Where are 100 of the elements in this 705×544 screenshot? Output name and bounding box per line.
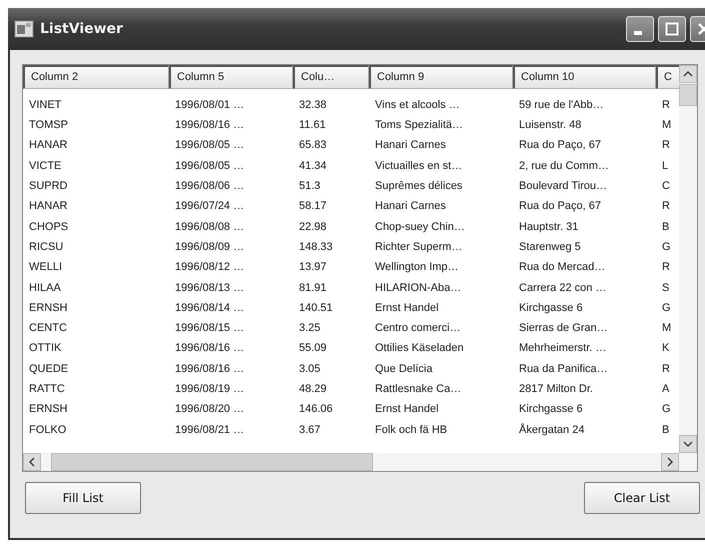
list-cell-text: B xyxy=(661,220,670,235)
column-header[interactable]: Column 2 xyxy=(23,65,169,89)
list-cell-text: 3.25 xyxy=(298,321,322,336)
list-cell-text: 1996/08/16 … xyxy=(174,362,246,377)
list-cell-text: 59 rue de l'Abb… xyxy=(518,98,605,113)
list-cell-text: 51.3 xyxy=(298,179,322,194)
list-cell-text: Richter Superm… xyxy=(374,240,464,255)
list-cell-text: Rua do Paço, 67 xyxy=(518,138,602,154)
maximize-button[interactable] xyxy=(658,16,686,42)
list-cell-text: HILAA xyxy=(28,280,62,296)
list-cell-text: Rua do Mercad… xyxy=(518,260,606,276)
list-cell-text: Boulevard Tirou… xyxy=(518,179,608,194)
list-cell-text: VICTE xyxy=(28,158,62,174)
minimize-icon xyxy=(634,31,642,35)
list-cell-text: Carrera 22 con … xyxy=(518,280,608,296)
list-cell-text: 1996/08/05 … xyxy=(174,158,246,174)
list-cell-text: HILARION-Aba… xyxy=(374,280,462,296)
column-header[interactable]: Column 10 xyxy=(513,65,656,89)
list-cell-text: ERNSH xyxy=(28,402,69,418)
list-cell-text: 1996/08/19 … xyxy=(174,382,246,398)
scroll-left-button[interactable] xyxy=(23,453,41,471)
list-cell-text: 22.98 xyxy=(298,220,328,235)
list-cell-text: R xyxy=(661,98,671,113)
scroll-thumb[interactable] xyxy=(679,84,697,106)
list-cell-text: 1996/08/15 … xyxy=(174,321,246,336)
clear-list-button[interactable]: Clear List xyxy=(584,482,700,514)
list-cell-text: Ernst Handel xyxy=(374,402,440,418)
list-cell-text: SUPRD xyxy=(28,179,69,194)
list-cell-text: B xyxy=(661,422,670,438)
list-cell-text: Kirchgasse 6 xyxy=(518,300,584,316)
list-cell-text: 1996/08/06 … xyxy=(174,179,246,194)
maximize-icon xyxy=(665,22,679,36)
scroll-down-button[interactable] xyxy=(679,435,697,453)
list-cell-text: Que Delícia xyxy=(374,362,434,377)
list-cell-text: 81.91 xyxy=(298,280,328,296)
list-cell-text: 1996/08/08 … xyxy=(174,220,246,235)
list-cell-text: 1996/08/20 … xyxy=(174,402,246,418)
list-cell-text: CHOPS xyxy=(28,220,70,235)
scroll-right-button[interactable] xyxy=(661,453,679,471)
list-cell-text: Chop-suey Chin… xyxy=(374,220,466,235)
fill-list-button[interactable]: Fill List xyxy=(25,482,141,514)
list-cell-text: Folk och fä HB xyxy=(374,422,448,438)
list-cell-text: 32.38 xyxy=(298,98,328,113)
list-cell-text: CENTC xyxy=(28,321,68,336)
vertical-scrollbar[interactable] xyxy=(679,65,697,453)
list-cell-text: 1996/08/12 … xyxy=(174,260,246,276)
list-cell-text: R xyxy=(661,199,671,214)
list-cell-text: 3.05 xyxy=(298,362,322,377)
list-cell-text: G xyxy=(661,240,672,255)
column-header[interactable]: C xyxy=(656,65,679,89)
list-cell-text: VINET xyxy=(28,98,62,113)
list-cell-text: 48.29 xyxy=(298,382,328,398)
list-cell-text: Hauptstr. 31 xyxy=(518,220,580,235)
list-cell-text: Luisenstr. 48 xyxy=(518,118,582,134)
list-cell-text: Hanari Carnes xyxy=(374,199,447,214)
column-header[interactable]: Column 9 xyxy=(369,65,513,89)
horizontal-scrollbar[interactable] xyxy=(23,453,697,471)
list-cell-text: Sierras de Gran… xyxy=(518,321,609,336)
list-cell-text: RATTC xyxy=(28,382,66,398)
scroll-up-button[interactable] xyxy=(679,65,697,83)
list-cell-text: C xyxy=(661,179,671,194)
list-cell-text: 11.61 xyxy=(298,118,327,134)
list-cell-text: 1996/08/13 … xyxy=(174,280,246,296)
chevron-down-icon xyxy=(683,440,693,448)
app-icon xyxy=(14,20,34,38)
chevron-left-icon xyxy=(28,457,36,467)
list-cell-text: RICSU xyxy=(28,240,64,255)
chevron-right-icon xyxy=(666,457,674,467)
list-cell-text: Ottilies Käseladen xyxy=(374,341,465,356)
list-cell-text: 140.51 xyxy=(298,300,334,316)
column-header[interactable]: Column 5 xyxy=(169,65,293,89)
list-cell-text: HANAR xyxy=(28,199,69,214)
list-cell-text: Victuailles en st… xyxy=(374,158,464,174)
minimize-button[interactable] xyxy=(626,16,654,42)
list-cell-text: G xyxy=(661,300,672,316)
list-cell-text: 2817 Milton Dr. xyxy=(518,382,594,398)
list-cell-text: ERNSH xyxy=(28,300,69,316)
list-cell-text: 1996/08/16 … xyxy=(174,118,246,134)
list-cell-text: TOMSP xyxy=(28,118,69,134)
list-cell-text: R xyxy=(661,138,671,154)
scroll-thumb[interactable] xyxy=(51,453,373,471)
list-cell-text: G xyxy=(661,402,672,418)
list-cell-text: 148.33 xyxy=(298,240,334,255)
list-cell-text: FOLKO xyxy=(28,422,68,438)
chevron-up-icon xyxy=(683,70,693,78)
list-cell-text: S xyxy=(661,280,670,296)
list-cell-text: 1996/08/09 … xyxy=(174,240,246,255)
list-cell-text: 1996/08/14 … xyxy=(174,300,246,316)
list-cell-text: Vins et alcools … xyxy=(374,98,461,113)
list-cell-text: Suprêmes délices xyxy=(374,179,464,194)
list-cell-text: 13.97 xyxy=(298,260,328,276)
list-cell-text: Wellington Imp… xyxy=(374,260,460,276)
list-cell-text: 58.17 xyxy=(298,199,328,214)
list-cell-text: Kirchgasse 6 xyxy=(518,402,584,418)
list-cell-text: Rua do Paço, 67 xyxy=(518,199,602,214)
list-cell-text: 65.83 xyxy=(298,138,328,154)
list-cell-text: QUEDE xyxy=(28,362,70,377)
list-cell-text: L xyxy=(661,158,670,174)
column-header[interactable]: Colu… xyxy=(293,65,369,89)
list-cell-text: Ernst Handel xyxy=(374,300,440,316)
